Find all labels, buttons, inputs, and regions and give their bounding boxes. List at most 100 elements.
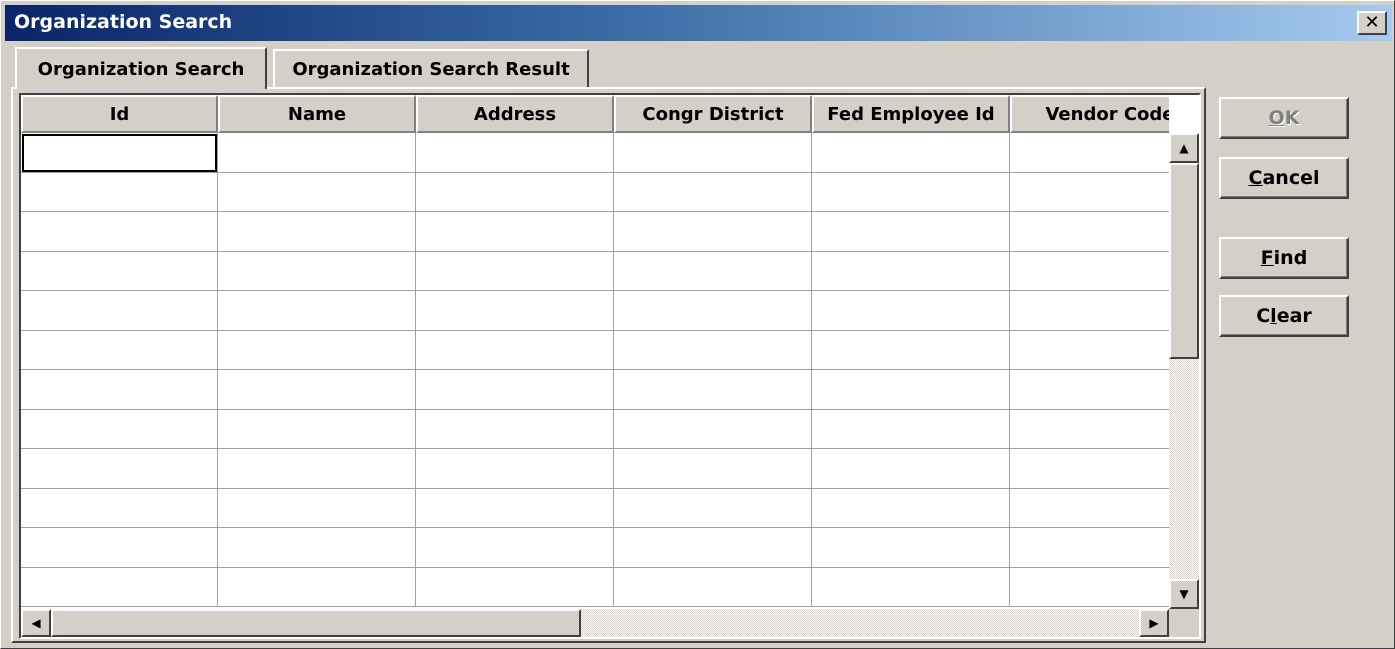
grid-cell[interactable] bbox=[218, 370, 416, 410]
grid-cell[interactable] bbox=[218, 212, 416, 252]
grid-cell[interactable] bbox=[1010, 251, 1169, 291]
grid-cell[interactable] bbox=[21, 567, 218, 607]
grid-cell[interactable] bbox=[21, 409, 218, 449]
grid-cell[interactable] bbox=[1010, 212, 1169, 252]
scroll-left-button[interactable]: ◀ bbox=[21, 609, 51, 637]
grid-cell[interactable] bbox=[218, 251, 416, 291]
grid-cell[interactable] bbox=[21, 330, 218, 370]
search-grid[interactable]: Id Name Address Congr District Fed Employee … bbox=[19, 93, 1201, 639]
grid-cell[interactable] bbox=[416, 251, 614, 291]
title-bar[interactable]: Organization Search ✕ bbox=[5, 5, 1392, 41]
grid-cell[interactable] bbox=[21, 370, 218, 410]
scroll-up-button[interactable]: ▲ bbox=[1169, 133, 1199, 163]
grid-cell[interactable] bbox=[21, 291, 218, 331]
grid-cell[interactable] bbox=[416, 212, 614, 252]
find-button[interactable]: Find bbox=[1219, 237, 1349, 279]
grid-cell[interactable] bbox=[416, 330, 614, 370]
grid-cell[interactable] bbox=[416, 133, 614, 173]
grid-cell[interactable] bbox=[1010, 567, 1169, 607]
grid-cell[interactable] bbox=[614, 133, 812, 173]
scroll-down-button[interactable]: ▼ bbox=[1169, 579, 1199, 609]
grid-body bbox=[21, 133, 1169, 607]
grid-cell[interactable] bbox=[218, 172, 416, 212]
grid-cell[interactable] bbox=[614, 370, 812, 410]
cancel-button[interactable]: Cancel bbox=[1219, 157, 1349, 199]
grid-cell[interactable] bbox=[812, 370, 1010, 410]
tab-label: Organization Search bbox=[37, 58, 245, 80]
column-header[interactable]: Address bbox=[416, 95, 614, 133]
vertical-scroll-thumb[interactable] bbox=[1169, 163, 1199, 359]
grid-cell[interactable] bbox=[614, 212, 812, 252]
grid-cell[interactable] bbox=[416, 528, 614, 568]
grid-cell[interactable] bbox=[614, 172, 812, 212]
grid-header-row: Id Name Address Congr District Fed Employee … bbox=[21, 95, 1169, 133]
grid-cell[interactable] bbox=[812, 291, 1010, 331]
grid-cell[interactable] bbox=[416, 409, 614, 449]
grid-cell[interactable] bbox=[21, 528, 218, 568]
grid-cell[interactable] bbox=[21, 449, 218, 489]
grid-cell[interactable] bbox=[416, 567, 614, 607]
grid-cell[interactable] bbox=[812, 409, 1010, 449]
grid-cell[interactable] bbox=[218, 488, 416, 528]
grid-cell[interactable] bbox=[1010, 291, 1169, 331]
grid-cell[interactable] bbox=[1010, 528, 1169, 568]
grid-cell[interactable] bbox=[21, 251, 218, 291]
column-header[interactable]: Id bbox=[21, 95, 218, 133]
grid-cell[interactable] bbox=[416, 291, 614, 331]
table-row bbox=[21, 291, 1169, 331]
grid-cell[interactable] bbox=[218, 291, 416, 331]
grid-cell[interactable] bbox=[21, 133, 218, 173]
tab-organization-search-result[interactable]: Organization Search Result bbox=[273, 49, 589, 87]
grid-cell[interactable] bbox=[614, 409, 812, 449]
grid-cell[interactable] bbox=[416, 172, 614, 212]
column-header[interactable]: Fed Employee Id bbox=[812, 95, 1010, 133]
horizontal-scroll-thumb[interactable] bbox=[51, 609, 581, 637]
close-button[interactable]: ✕ bbox=[1357, 11, 1387, 35]
grid-cell[interactable] bbox=[812, 212, 1010, 252]
grid-cell[interactable] bbox=[1010, 133, 1169, 173]
vertical-scrollbar[interactable]: ▲ ▼ bbox=[1169, 133, 1199, 609]
grid-cell[interactable] bbox=[614, 488, 812, 528]
ok-button[interactable]: OK bbox=[1219, 97, 1349, 139]
grid-cell[interactable] bbox=[218, 528, 416, 568]
grid-cell[interactable] bbox=[21, 212, 218, 252]
grid-cell[interactable] bbox=[812, 330, 1010, 370]
grid-cell[interactable] bbox=[1010, 172, 1169, 212]
grid-cell[interactable] bbox=[218, 449, 416, 489]
grid-cell[interactable] bbox=[416, 370, 614, 410]
grid-cell[interactable] bbox=[218, 330, 416, 370]
column-header[interactable]: Vendor Code bbox=[1010, 95, 1169, 133]
column-header[interactable]: Name bbox=[218, 95, 416, 133]
grid-cell[interactable] bbox=[1010, 409, 1169, 449]
grid-cell[interactable] bbox=[614, 291, 812, 331]
grid-cell[interactable] bbox=[1010, 449, 1169, 489]
grid-cell[interactable] bbox=[812, 488, 1010, 528]
horizontal-scrollbar[interactable]: ◀ ▶ bbox=[21, 609, 1169, 637]
grid-cell[interactable] bbox=[218, 409, 416, 449]
grid-cell[interactable] bbox=[812, 449, 1010, 489]
grid-cell[interactable] bbox=[218, 133, 416, 173]
grid-cell[interactable] bbox=[812, 172, 1010, 212]
grid-cell[interactable] bbox=[416, 449, 614, 489]
grid-cell[interactable] bbox=[416, 488, 614, 528]
grid-cell[interactable] bbox=[1010, 370, 1169, 410]
column-header[interactable]: Congr District bbox=[614, 95, 812, 133]
grid-cell[interactable] bbox=[812, 251, 1010, 291]
grid-cell[interactable] bbox=[812, 567, 1010, 607]
grid-cell[interactable] bbox=[812, 528, 1010, 568]
grid-cell[interactable] bbox=[1010, 330, 1169, 370]
cancel-label: ancel bbox=[1262, 167, 1320, 189]
clear-button[interactable]: Cl ear bbox=[1219, 295, 1349, 337]
grid-cell[interactable] bbox=[614, 330, 812, 370]
grid-cell[interactable] bbox=[21, 172, 218, 212]
grid-cell[interactable] bbox=[614, 567, 812, 607]
grid-cell[interactable] bbox=[21, 488, 218, 528]
grid-cell[interactable] bbox=[218, 567, 416, 607]
scroll-right-button[interactable]: ▶ bbox=[1139, 609, 1169, 637]
grid-cell[interactable] bbox=[812, 133, 1010, 173]
grid-cell[interactable] bbox=[1010, 488, 1169, 528]
grid-cell[interactable] bbox=[614, 528, 812, 568]
grid-cell[interactable] bbox=[614, 449, 812, 489]
grid-cell[interactable] bbox=[614, 251, 812, 291]
tab-organization-search[interactable]: Organization Search bbox=[15, 47, 267, 89]
